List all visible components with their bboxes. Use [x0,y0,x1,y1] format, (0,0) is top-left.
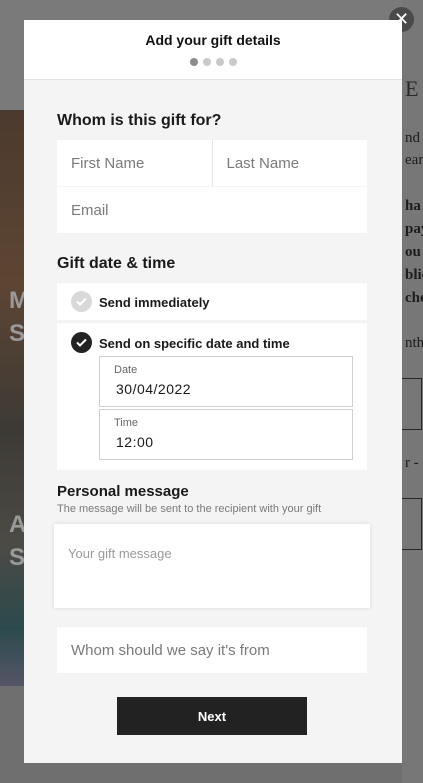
time-value: 12:00 [116,434,154,450]
send-specific-option[interactable]: Send on specific date and time Date 30/0… [57,323,367,470]
background-text: pay [405,221,423,237]
background-text: nd [405,130,420,146]
date-value: 30/04/2022 [116,381,192,397]
checked-icon [71,332,92,353]
step-indicator [24,58,402,66]
background-hero-image: M S A S [0,110,29,686]
date-field[interactable]: Date 30/04/2022 [99,356,353,407]
send-immediately-option[interactable]: Send immediately [57,283,367,320]
email-field[interactable]: Email [57,187,367,233]
send-specific-label: Send on specific date and time [99,336,290,351]
next-button[interactable]: Next [117,697,307,735]
background-text: r - [405,455,419,471]
background-text: ou [405,244,421,260]
background-text: nth [405,335,423,351]
background-text: S [9,544,26,571]
time-field[interactable]: Time 12:00 [99,409,353,460]
message-heading: Personal message [57,483,189,500]
recipient-heading: Whom is this gift for? [57,112,222,129]
background-text: ear [405,152,423,168]
background-content: E nd ear ha pay ou blic che nth r - [402,0,423,783]
message-subtitle: The message will be sent to the recipien… [57,503,322,515]
gift-message-input[interactable]: Your gift message [54,524,370,608]
step-dot-4 [228,58,237,66]
time-label: Time [114,417,139,429]
date-label: Date [114,364,138,376]
first-name-field[interactable]: First Name [57,140,212,186]
last-name-field[interactable]: Last Name [211,140,368,186]
from-name-input[interactable]: Whom should we say it's from [57,627,367,673]
modal-header: Add your gift details [24,20,402,80]
background-text: che [405,290,423,306]
send-immediately-label: Send immediately [99,295,210,310]
gift-date-heading: Gift date & time [57,255,176,272]
unchecked-icon [71,291,92,312]
modal-title: Add your gift details [145,32,281,48]
name-fields: First Name Last Name [57,140,367,186]
background-text: blic [405,267,423,283]
gift-details-modal: Add your gift details Whom is this gift … [24,20,402,763]
background-box [402,498,422,550]
background-text: S [9,320,26,347]
step-dot-2 [202,58,211,66]
background-text: ha [405,198,421,214]
step-dot-1 [189,58,198,66]
step-dot-3 [215,58,224,66]
background-box [402,378,422,430]
background-text: E [405,76,419,101]
